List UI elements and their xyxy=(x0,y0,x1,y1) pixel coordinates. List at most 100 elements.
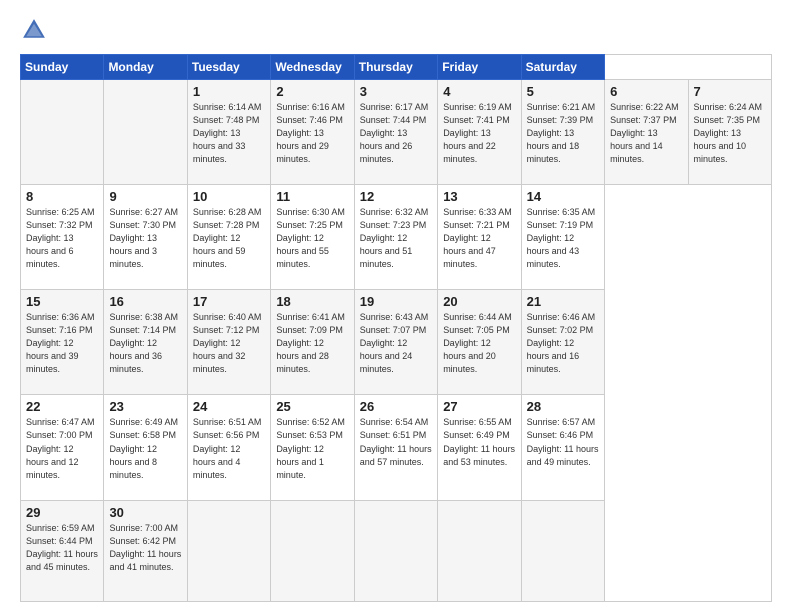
calendar-cell: 5 Sunrise: 6:21 AMSunset: 7:39 PMDaylight… xyxy=(521,80,604,185)
calendar-header-friday: Friday xyxy=(438,55,521,80)
day-info: Sunrise: 6:43 AMSunset: 7:07 PMDaylight:… xyxy=(360,311,432,376)
day-info: Sunrise: 6:46 AMSunset: 7:02 PMDaylight:… xyxy=(527,311,599,376)
calendar-cell: 27 Sunrise: 6:55 AMSunset: 6:49 PMDayligh… xyxy=(438,395,521,500)
day-number: 20 xyxy=(443,294,515,309)
day-number: 8 xyxy=(26,189,98,204)
day-number: 7 xyxy=(694,84,767,99)
day-number: 30 xyxy=(109,505,181,520)
calendar-header-monday: Monday xyxy=(104,55,187,80)
day-number: 23 xyxy=(109,399,181,414)
calendar-cell xyxy=(438,500,521,601)
day-number: 16 xyxy=(109,294,181,309)
calendar-header-tuesday: Tuesday xyxy=(187,55,270,80)
calendar-cell: 3Sunrise: 6:17 AMSunset: 7:44 PMDaylight… xyxy=(354,80,437,185)
day-number: 2 xyxy=(276,84,348,99)
day-number: 4 xyxy=(443,84,515,99)
logo xyxy=(20,16,52,44)
calendar-cell: 21 Sunrise: 6:46 AMSunset: 7:02 PMDayligh… xyxy=(521,290,604,395)
day-info: Sunrise: 6:30 AMSunset: 7:25 PMDaylight:… xyxy=(276,206,348,271)
day-number: 13 xyxy=(443,189,515,204)
calendar-cell: 15 Sunrise: 6:36 AMSunset: 7:16 PMDayligh… xyxy=(21,290,104,395)
day-info: Sunrise: 6:16 AMSunset: 7:46 PMDaylight:… xyxy=(276,101,348,166)
calendar-cell: 1 Sunrise: 6:14 AMSunset: 7:48 PMDaylight… xyxy=(187,80,270,185)
day-info: Sunrise: 6:27 AMSunset: 7:30 PMDaylight:… xyxy=(109,206,181,271)
calendar-week-row: 22Sunrise: 6:47 AMSunset: 7:00 PMDayligh… xyxy=(21,395,772,500)
calendar-week-row: 15 Sunrise: 6:36 AMSunset: 7:16 PMDayligh… xyxy=(21,290,772,395)
calendar-cell: 11 Sunrise: 6:30 AMSunset: 7:25 PMDayligh… xyxy=(271,185,354,290)
day-info: Sunrise: 6:51 AMSunset: 6:56 PMDaylight:… xyxy=(193,416,265,481)
calendar-cell: 26Sunrise: 6:54 AMSunset: 6:51 PMDayligh… xyxy=(354,395,437,500)
day-number: 6 xyxy=(610,84,682,99)
day-number: 12 xyxy=(360,189,432,204)
day-number: 9 xyxy=(109,189,181,204)
day-info: Sunrise: 6:19 AMSunset: 7:41 PMDaylight:… xyxy=(443,101,515,166)
calendar-cell xyxy=(354,500,437,601)
day-info: Sunrise: 6:41 AMSunset: 7:09 PMDaylight:… xyxy=(276,311,348,376)
calendar-cell xyxy=(104,80,187,185)
calendar-cell: 12 Sunrise: 6:32 AMSunset: 7:23 PMDayligh… xyxy=(354,185,437,290)
day-number: 17 xyxy=(193,294,265,309)
day-number: 1 xyxy=(193,84,265,99)
calendar-cell: 17Sunrise: 6:40 AMSunset: 7:12 PMDayligh… xyxy=(187,290,270,395)
day-info: Sunrise: 6:33 AMSunset: 7:21 PMDaylight:… xyxy=(443,206,515,271)
calendar-cell: 24 Sunrise: 6:51 AMSunset: 6:56 PMDayligh… xyxy=(187,395,270,500)
calendar-cell: 19 Sunrise: 6:43 AMSunset: 7:07 PMDayligh… xyxy=(354,290,437,395)
calendar-cell: 22Sunrise: 6:47 AMSunset: 7:00 PMDayligh… xyxy=(21,395,104,500)
calendar-cell: 23 Sunrise: 6:49 AMSunset: 6:58 PMDayligh… xyxy=(104,395,187,500)
calendar-cell: 25 Sunrise: 6:52 AMSunset: 6:53 PMDayligh… xyxy=(271,395,354,500)
calendar-cell: 28Sunrise: 6:57 AMSunset: 6:46 PMDayligh… xyxy=(521,395,604,500)
logo-icon xyxy=(20,16,48,44)
calendar-header-row: SundayMondayTuesdayWednesdayThursdayFrid… xyxy=(21,55,772,80)
calendar-cell: 16 Sunrise: 6:38 AMSunset: 7:14 PMDayligh… xyxy=(104,290,187,395)
day-number: 27 xyxy=(443,399,515,414)
day-number: 11 xyxy=(276,189,348,204)
calendar-cell: 2 Sunrise: 6:16 AMSunset: 7:46 PMDaylight… xyxy=(271,80,354,185)
calendar-cell: 9 Sunrise: 6:27 AMSunset: 7:30 PMDaylight… xyxy=(104,185,187,290)
day-info: Sunrise: 6:49 AMSunset: 6:58 PMDaylight:… xyxy=(109,416,181,481)
day-info: Sunrise: 6:35 AMSunset: 7:19 PMDaylight:… xyxy=(527,206,599,271)
day-number: 26 xyxy=(360,399,432,414)
day-info: Sunrise: 6:59 AMSunset: 6:44 PMDaylight:… xyxy=(26,522,98,574)
calendar-cell: 29 Sunrise: 6:59 AMSunset: 6:44 PMDayligh… xyxy=(21,500,104,601)
day-number: 10 xyxy=(193,189,265,204)
day-info: Sunrise: 6:28 AMSunset: 7:28 PMDaylight:… xyxy=(193,206,265,271)
day-info: Sunrise: 6:14 AMSunset: 7:48 PMDaylight:… xyxy=(193,101,265,166)
calendar-cell xyxy=(271,500,354,601)
calendar-cell: 14Sunrise: 6:35 AMSunset: 7:19 PMDayligh… xyxy=(521,185,604,290)
day-number: 29 xyxy=(26,505,98,520)
calendar-cell: 30 Sunrise: 7:00 AMSunset: 6:42 PMDayligh… xyxy=(104,500,187,601)
day-info: Sunrise: 6:38 AMSunset: 7:14 PMDaylight:… xyxy=(109,311,181,376)
day-info: Sunrise: 6:17 AMSunset: 7:44 PMDaylight:… xyxy=(360,101,432,166)
calendar-cell xyxy=(187,500,270,601)
page: SundayMondayTuesdayWednesdayThursdayFrid… xyxy=(0,0,792,612)
day-number: 18 xyxy=(276,294,348,309)
calendar-cell: 8Sunrise: 6:25 AMSunset: 7:32 PMDaylight… xyxy=(21,185,104,290)
day-info: Sunrise: 6:47 AMSunset: 7:00 PMDaylight:… xyxy=(26,416,98,481)
calendar-week-row: 29 Sunrise: 6:59 AMSunset: 6:44 PMDayligh… xyxy=(21,500,772,601)
day-info: Sunrise: 6:32 AMSunset: 7:23 PMDaylight:… xyxy=(360,206,432,271)
day-number: 25 xyxy=(276,399,348,414)
day-number: 15 xyxy=(26,294,98,309)
day-info: Sunrise: 6:52 AMSunset: 6:53 PMDaylight:… xyxy=(276,416,348,481)
day-number: 21 xyxy=(527,294,599,309)
calendar-week-row: 1 Sunrise: 6:14 AMSunset: 7:48 PMDaylight… xyxy=(21,80,772,185)
calendar-cell: 6 Sunrise: 6:22 AMSunset: 7:37 PMDaylight… xyxy=(605,80,688,185)
calendar-cell: 13 Sunrise: 6:33 AMSunset: 7:21 PMDayligh… xyxy=(438,185,521,290)
calendar-cell: 4 Sunrise: 6:19 AMSunset: 7:41 PMDaylight… xyxy=(438,80,521,185)
day-number: 24 xyxy=(193,399,265,414)
day-number: 19 xyxy=(360,294,432,309)
day-info: Sunrise: 6:57 AMSunset: 6:46 PMDaylight:… xyxy=(527,416,599,468)
calendar-header-thursday: Thursday xyxy=(354,55,437,80)
calendar-cell: 7 Sunrise: 6:24 AMSunset: 7:35 PMDaylight… xyxy=(688,80,772,185)
day-info: Sunrise: 6:22 AMSunset: 7:37 PMDaylight:… xyxy=(610,101,682,166)
day-number: 5 xyxy=(527,84,599,99)
day-info: Sunrise: 6:24 AMSunset: 7:35 PMDaylight:… xyxy=(694,101,767,166)
day-info: Sunrise: 7:00 AMSunset: 6:42 PMDaylight:… xyxy=(109,522,181,574)
calendar-header-saturday: Saturday xyxy=(521,55,604,80)
day-info: Sunrise: 6:36 AMSunset: 7:16 PMDaylight:… xyxy=(26,311,98,376)
calendar-header-wednesday: Wednesday xyxy=(271,55,354,80)
day-info: Sunrise: 6:21 AMSunset: 7:39 PMDaylight:… xyxy=(527,101,599,166)
calendar-week-row: 8Sunrise: 6:25 AMSunset: 7:32 PMDaylight… xyxy=(21,185,772,290)
day-info: Sunrise: 6:55 AMSunset: 6:49 PMDaylight:… xyxy=(443,416,515,468)
calendar-cell: 18 Sunrise: 6:41 AMSunset: 7:09 PMDayligh… xyxy=(271,290,354,395)
